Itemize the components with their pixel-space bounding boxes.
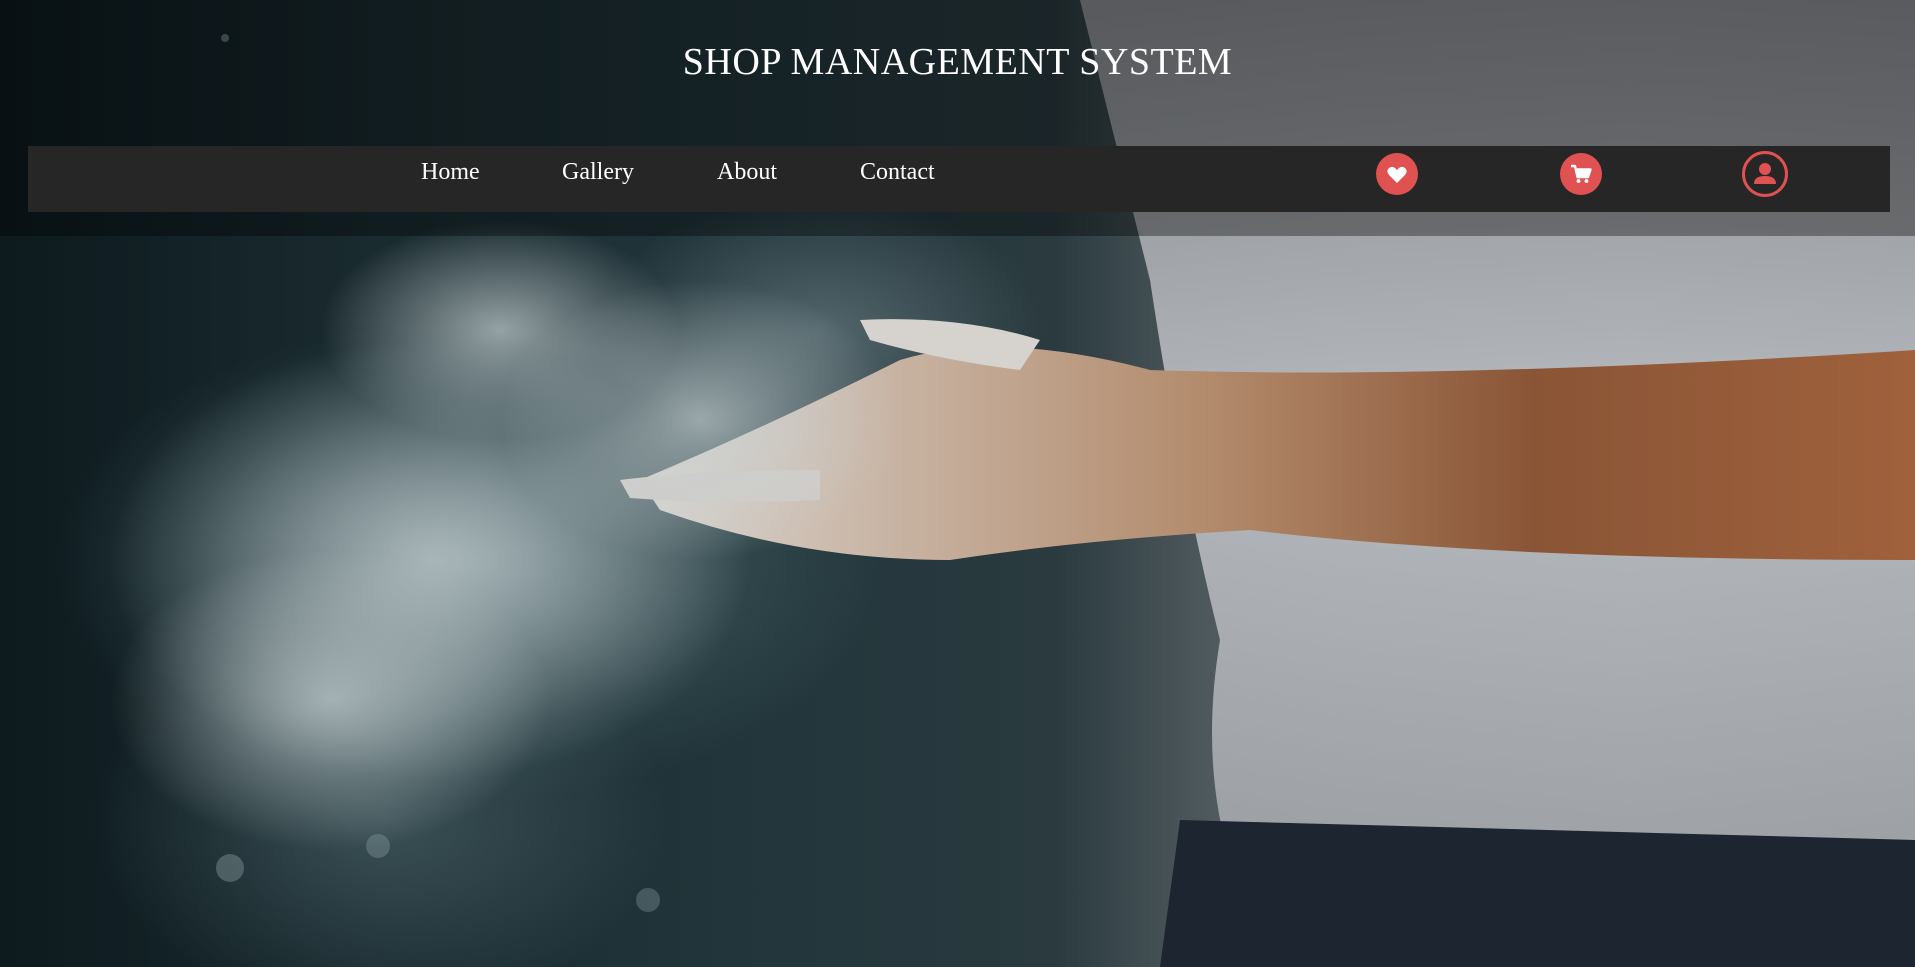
cart-button[interactable] — [1560, 153, 1602, 195]
heart-icon — [1387, 166, 1407, 183]
wishlist-button[interactable] — [1376, 153, 1418, 195]
cart-icon — [1571, 164, 1592, 183]
site-title: SHOP MANAGEMENT SYSTEM — [682, 41, 1233, 83]
main-navbar: Home Gallery About Contact — [28, 146, 1890, 212]
nav-link-home[interactable]: Home — [421, 146, 480, 212]
nav-link-about[interactable]: About — [717, 146, 777, 212]
nav-link-gallery[interactable]: Gallery — [562, 146, 634, 212]
user-icon — [1754, 163, 1776, 184]
hero-section: SHOP MANAGEMENT SYSTEM Home Gallery Abou… — [0, 0, 1915, 967]
nav-link-contact[interactable]: Contact — [860, 146, 935, 212]
account-button[interactable] — [1742, 151, 1788, 197]
